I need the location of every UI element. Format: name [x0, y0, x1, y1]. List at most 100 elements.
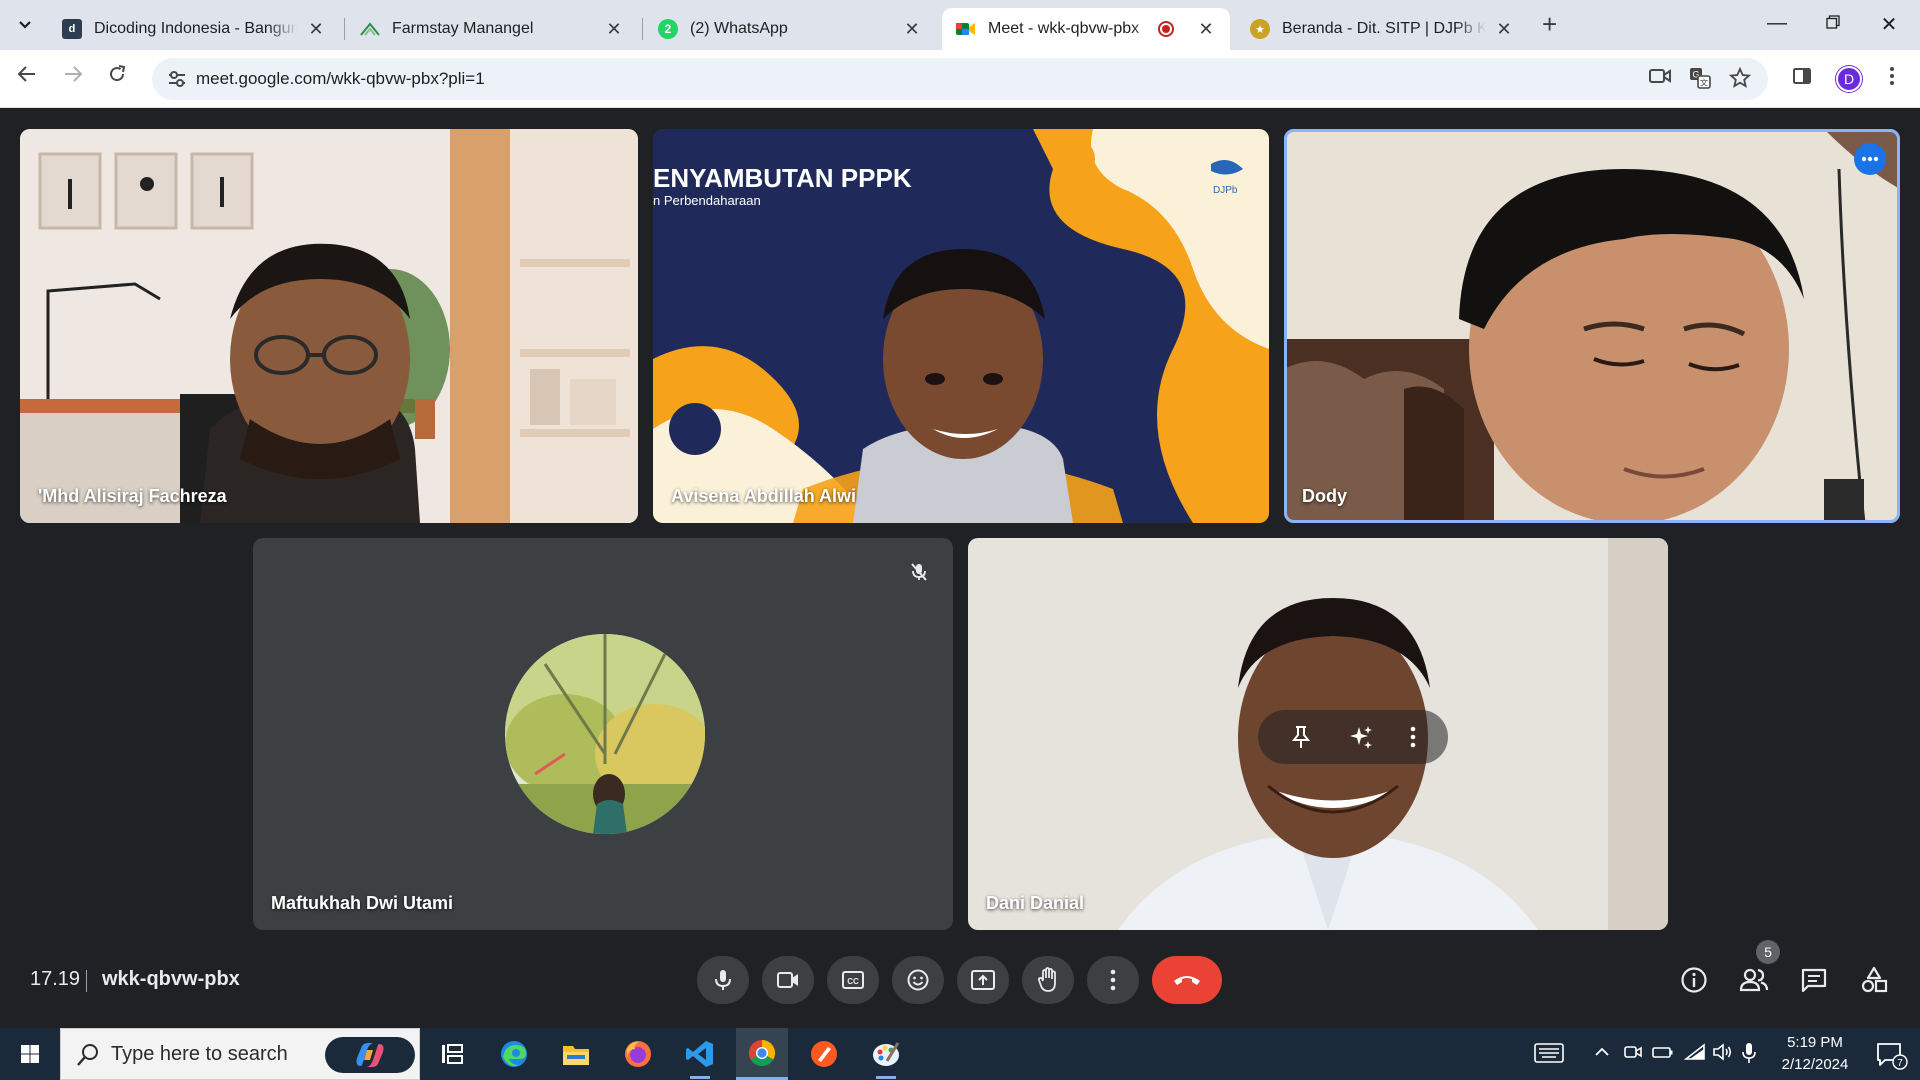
start-button[interactable] [10, 1038, 50, 1070]
side-panel-icon[interactable] [1788, 66, 1816, 92]
notification-icon: 7 [1877, 1043, 1908, 1070]
participant-name: Avisena Abdillah Alwi [671, 486, 857, 506]
camera-icon [777, 972, 798, 988]
visual-effects-icon[interactable] [1347, 723, 1375, 751]
reactions-button[interactable] [892, 956, 944, 1004]
keyboard-layout-icon[interactable] [1534, 1042, 1564, 1069]
back-icon[interactable] [12, 64, 42, 90]
paint-app-icon [873, 1042, 900, 1066]
present-icon [971, 970, 995, 990]
reload-icon[interactable] [102, 64, 132, 90]
url-text[interactable]: meet.google.com/wkk-qbvw-pbx?pli=1 [196, 69, 485, 89]
dicoding-icon: d [62, 19, 82, 39]
file-explorer-icon [563, 1046, 589, 1065]
djpb-icon: ★ [1250, 19, 1270, 39]
firefox-icon [625, 1041, 651, 1067]
copilot-button[interactable] [325, 1037, 415, 1073]
tab-title: Dicoding Indonesia - Bangun Karir [94, 20, 298, 37]
raise-hand-icon [1037, 967, 1056, 992]
meet-tray-icon[interactable] [1624, 1042, 1642, 1067]
camera-button[interactable] [762, 956, 814, 1004]
participant-tile[interactable]: Maftukhah Dwi Utami [253, 538, 953, 930]
participant-tile[interactable]: Dani Danial [968, 538, 1668, 930]
sketch-app[interactable] [798, 1028, 850, 1080]
wifi-icon[interactable] [1683, 1042, 1706, 1067]
tab-search-button[interactable] [10, 10, 40, 40]
search-icon [77, 1044, 98, 1066]
close-tab-icon[interactable]: ✕ [604, 19, 624, 40]
taskbar-search-box[interactable]: Type here to search [60, 1028, 420, 1080]
new-tab-button[interactable]: + [1542, 10, 1557, 38]
tab-title: Meet - wkk-qbvw-pbx [988, 20, 1140, 37]
chat-button[interactable] [1794, 960, 1834, 1000]
microphone-tray-icon[interactable] [1742, 1042, 1756, 1069]
profile-avatar[interactable]: D [1836, 66, 1862, 92]
chrome-icon [748, 1039, 776, 1066]
present-now-button[interactable] [957, 956, 1009, 1004]
meeting-controls-bar: 17.19 wkk-qbvw-pbx CC [0, 944, 1920, 1028]
whatsapp-icon: 2 [658, 19, 678, 39]
close-tab-icon[interactable]: ✕ [1196, 19, 1216, 40]
tab-farmstay[interactable]: Farmstay Manangel ✕ [346, 8, 638, 50]
notification-center-button[interactable]: 7 [1870, 1038, 1910, 1070]
chevron-up-icon[interactable] [1594, 1042, 1610, 1067]
windows-taskbar: Type here to search 5:19 PM 2/12/2024 7 [0, 1028, 1920, 1080]
more-options-icon [1110, 969, 1116, 991]
close-window-icon[interactable]: ✕ [1874, 12, 1904, 37]
meeting-details-button[interactable] [1674, 960, 1714, 1000]
vscode-app[interactable] [674, 1028, 726, 1080]
task-view-button[interactable] [426, 1028, 478, 1080]
djpb-logo-text: DJPb [1213, 185, 1238, 196]
close-tab-icon[interactable]: ✕ [1494, 19, 1514, 40]
pin-icon[interactable] [1290, 725, 1312, 749]
camera-in-use-icon[interactable] [1648, 67, 1672, 91]
address-bar[interactable]: meet.google.com/wkk-qbvw-pbx?pli=1 G文 [152, 58, 1768, 100]
minimize-icon[interactable]: — [1762, 12, 1792, 35]
chrome-app[interactable] [736, 1028, 788, 1080]
restore-icon[interactable] [1818, 12, 1848, 35]
participant-video: ENYAMBUTAN PPPK n Perbendaharaan DJPb [653, 129, 1269, 523]
raise-hand-button[interactable] [1022, 956, 1074, 1004]
site-settings-icon[interactable] [166, 68, 188, 90]
participant-tile[interactable]: ENYAMBUTAN PPPK n Perbendaharaan DJPb Av… [653, 129, 1269, 523]
captions-button[interactable]: CC [827, 956, 879, 1004]
edge-app[interactable] [488, 1028, 540, 1080]
volume-icon[interactable] [1712, 1042, 1734, 1067]
tab-whatsapp[interactable]: 2 (2) WhatsApp ✕ [644, 8, 936, 50]
participant-tile[interactable]: 'Mhd Alisiraj Fachreza [20, 129, 638, 523]
copilot-icon [356, 1043, 384, 1067]
chevron-down-icon [19, 21, 31, 29]
participant-tile[interactable]: Dody [1284, 129, 1900, 523]
close-tab-icon[interactable]: ✕ [902, 19, 922, 40]
file-explorer-app[interactable] [550, 1028, 602, 1080]
tab-title: Beranda - Dit. SITP | DJPb Kemenkeu [1282, 20, 1486, 37]
more-vertical-icon[interactable] [1410, 726, 1416, 748]
meeting-stage: 'Mhd Alisiraj Fachreza ENYAMBUTAN PPPK n… [0, 108, 1920, 1028]
battery-icon[interactable] [1652, 1042, 1674, 1067]
tab-dicoding[interactable]: d Dicoding Indonesia - Bangun Karir ✕ [48, 8, 340, 50]
tab-separator [344, 18, 345, 40]
translate-icon[interactable]: G文 [1688, 67, 1712, 91]
info-icon [1681, 967, 1707, 993]
divider [86, 970, 87, 992]
close-tab-icon[interactable]: ✕ [306, 19, 326, 40]
farmstay-icon [360, 19, 380, 39]
participant-more-options-button[interactable] [1854, 143, 1886, 175]
leave-call-icon [1174, 976, 1200, 985]
activities-button[interactable] [1854, 960, 1894, 1000]
participant-name: Maftukhah Dwi Utami [271, 893, 454, 913]
people-button[interactable] [1734, 960, 1774, 1000]
system-clock[interactable]: 5:19 PM 2/12/2024 [1760, 1032, 1870, 1076]
tab-title: (2) WhatsApp [690, 20, 788, 37]
bookmark-star-icon[interactable] [1728, 66, 1752, 91]
tab-meet[interactable]: Meet - wkk-qbvw-pbx ✕ [942, 8, 1230, 50]
forward-icon[interactable] [58, 64, 88, 90]
participant-avatar [505, 634, 705, 834]
microphone-button[interactable] [697, 956, 749, 1004]
paint-app[interactable] [860, 1028, 912, 1080]
chrome-menu-icon[interactable] [1878, 66, 1906, 92]
tab-djpb[interactable]: ★ Beranda - Dit. SITP | DJPb Kemenkeu ✕ [1236, 8, 1528, 50]
firefox-app[interactable] [612, 1028, 664, 1080]
more-options-button[interactable] [1087, 956, 1139, 1004]
leave-call-button[interactable] [1152, 956, 1222, 1004]
